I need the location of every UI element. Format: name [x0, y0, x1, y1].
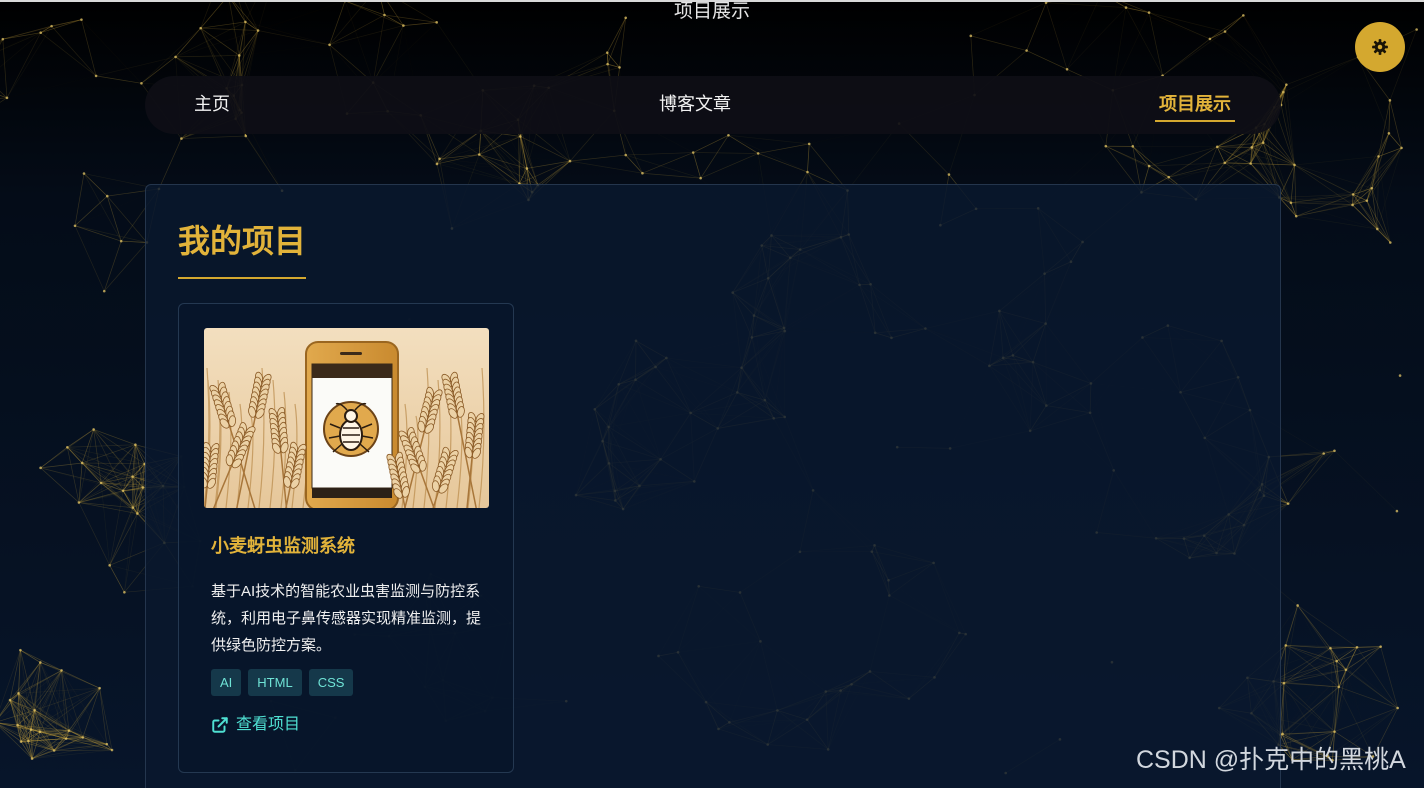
external-link-icon [212, 717, 228, 733]
nav-item-projects[interactable]: 项目展示 [1159, 93, 1231, 115]
nav-active-underline [1155, 120, 1235, 122]
browser-top-edge [0, 0, 1424, 2]
projects-panel: 我的项目 小麦蚜虫监测系统 基于AI技术的智能农业虫害监测与防控系统，利用电子鼻… [145, 184, 1281, 788]
tag-html: HTML [248, 669, 302, 696]
tag-css: CSS [308, 669, 354, 696]
gear-icon [1372, 39, 1388, 55]
page-title: 项目展示 [673, 1, 750, 22]
nav-item-home[interactable]: 主页 [194, 93, 230, 115]
nav-item-blog[interactable]: 博客文章 [659, 93, 731, 115]
project-description: 基于AI技术的智能农业虫害监测与防控系统，利用电子鼻传感器实现精准监测，提供绿色… [211, 583, 482, 654]
project-card: 小麦蚜虫监测系统 基于AI技术的智能农业虫害监测与防控系统，利用电子鼻传感器实现… [178, 303, 514, 773]
csdn-watermark: CSDN @扑克中的黑桃A [1136, 746, 1406, 774]
tag-ai: AI [211, 669, 242, 696]
section-title: 我的项目 [178, 223, 307, 259]
project-title: 小麦蚜虫监测系统 [211, 536, 355, 556]
project-image [204, 328, 489, 508]
theme-toggle-button[interactable] [1355, 22, 1405, 72]
main-navbar: 主页 博客文章 项目展示 [145, 76, 1281, 134]
view-project-link[interactable]: 查看项目 [211, 714, 300, 736]
section-title-underline [178, 277, 306, 279]
view-project-label: 查看项目 [236, 716, 301, 733]
project-tags: AI HTML CSS [211, 669, 354, 696]
